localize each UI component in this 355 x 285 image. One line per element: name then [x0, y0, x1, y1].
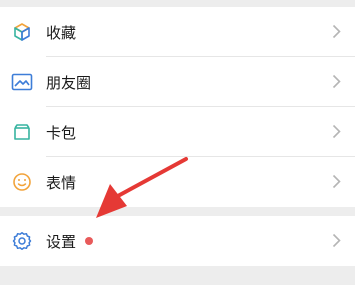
gear-icon [11, 230, 33, 252]
chevron-right-icon [332, 74, 341, 93]
settings-group: 设置 [0, 216, 355, 266]
menu-item-settings[interactable]: 设置 [0, 216, 355, 266]
menu-group: 收藏 朋友圈 卡包 表情 [0, 7, 355, 207]
notification-dot-badge [85, 237, 94, 245]
chevron-right-icon [332, 24, 341, 43]
chevron-right-icon [332, 174, 341, 193]
menu-item-label: 表情 [46, 173, 77, 192]
menu-item-card-wallet[interactable]: 卡包 [0, 107, 355, 157]
menu-item-stickers[interactable]: 表情 [0, 157, 355, 207]
favorites-cube-icon [11, 21, 33, 43]
chevron-right-icon [332, 233, 341, 252]
sticker-smile-icon [11, 171, 33, 193]
moments-image-icon [11, 71, 33, 93]
menu-item-label: 卡包 [46, 123, 77, 142]
section-spacer [0, 207, 355, 216]
menu-item-label: 朋友圈 [46, 73, 92, 92]
chevron-right-icon [332, 124, 341, 143]
menu-item-favorites[interactable]: 收藏 [0, 7, 355, 57]
settings-label: 设置 [46, 232, 77, 251]
card-wallet-icon [11, 121, 33, 143]
menu-item-moments[interactable]: 朋友圈 [0, 57, 355, 107]
menu-item-label: 收藏 [46, 23, 77, 42]
top-spacer [0, 0, 355, 7]
